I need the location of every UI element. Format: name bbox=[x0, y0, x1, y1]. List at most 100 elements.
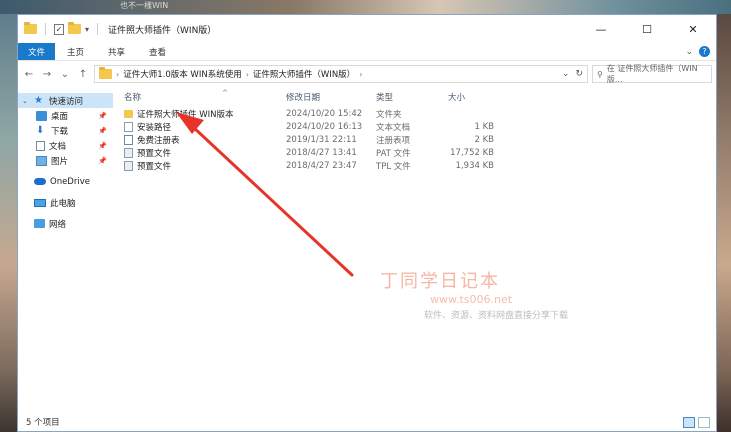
picture-icon bbox=[36, 155, 47, 166]
breadcrumb-item[interactable]: 证件大师1.0版本 WIN系统使用 bbox=[123, 68, 242, 80]
file-size: 17,752 KB bbox=[450, 147, 494, 158]
properties-icon[interactable]: ✓ bbox=[54, 23, 64, 35]
table-row[interactable]: 预置文件 2018/4/27 13:41 PAT 文件 17,752 KB bbox=[114, 146, 716, 159]
file-list: ^ 名称 修改日期 类型 大小 证件照大师插件 WIN版本 2024/10/20… bbox=[114, 87, 716, 399]
sidebar-item-label: 桌面 bbox=[51, 111, 69, 122]
expand-ribbon-icon[interactable]: ⌄ bbox=[685, 47, 693, 57]
table-row[interactable]: 预置文件 2018/4/27 23:47 TPL 文件 1,934 KB bbox=[114, 159, 716, 172]
table-row[interactable]: 证件照大师插件 WIN版本 2024/10/20 15:42 文件夹 bbox=[114, 107, 716, 120]
up-button[interactable]: ↑ bbox=[76, 69, 90, 80]
search-input[interactable]: 在 证件照大师插件（WIN版... bbox=[607, 63, 711, 85]
registry-file-icon bbox=[124, 134, 133, 145]
watermark-subtitle: 软件、资源、资料网盘直接分享下载 bbox=[424, 311, 569, 321]
wallpaper-left bbox=[0, 14, 17, 432]
address-actions: ⌄ ↻ bbox=[562, 69, 587, 79]
sidebar-item-this-pc[interactable]: 此电脑 bbox=[18, 195, 113, 210]
help-icon[interactable]: ? bbox=[699, 46, 710, 57]
column-header-name[interactable]: 名称 bbox=[124, 91, 286, 103]
pin-icon: 📌 bbox=[98, 141, 107, 150]
divider bbox=[97, 23, 99, 35]
document-icon bbox=[36, 140, 45, 151]
table-row[interactable]: 安装路径 2024/10/20 16:13 文本文档 1 KB bbox=[114, 120, 716, 133]
quick-access-toolbar: ✓ ▾ bbox=[18, 22, 102, 35]
column-header-type[interactable]: 类型 bbox=[376, 91, 448, 103]
wallpaper-right bbox=[717, 14, 731, 432]
ribbon-right: ⌄ ? bbox=[685, 43, 716, 60]
sidebar-item-onedrive[interactable]: OneDrive bbox=[18, 174, 113, 189]
sidebar-item-quick-access[interactable]: ⌄ ★ 快速访问 bbox=[18, 93, 113, 108]
file-date: 2024/10/20 16:13 bbox=[286, 121, 363, 132]
file-type: 文件夹 bbox=[376, 109, 402, 120]
folder-icon bbox=[24, 22, 37, 34]
refresh-icon[interactable]: ↻ bbox=[575, 69, 583, 79]
watermark: 丁同学日记本 www.ts006.net 软件、资源、资料网盘直接分享下载 bbox=[380, 267, 568, 321]
tab-home[interactable]: 主页 bbox=[55, 43, 96, 60]
recent-locations-button[interactable]: ⌄ bbox=[58, 69, 72, 80]
address-dropdown-icon[interactable]: ⌄ bbox=[562, 69, 570, 79]
tab-view[interactable]: 查看 bbox=[137, 43, 178, 60]
folder-icon bbox=[124, 109, 133, 118]
table-row[interactable]: 免费注册表 2019/1/31 22:11 注册表项 2 KB bbox=[114, 133, 716, 146]
details-view-icon[interactable] bbox=[683, 416, 695, 428]
status-bar: 5 个项目 bbox=[18, 413, 716, 431]
sidebar-item-network[interactable]: 网络 bbox=[18, 216, 113, 231]
folder-icon bbox=[99, 67, 112, 79]
wallpaper-top: 也不一樣WIN bbox=[0, 0, 731, 14]
network-icon bbox=[34, 219, 45, 228]
file-name: 安装路径 bbox=[137, 122, 172, 133]
watermark-title: 丁同学日记本 bbox=[380, 271, 500, 292]
column-headers: 名称 修改日期 类型 大小 bbox=[114, 87, 716, 107]
sidebar-item-pictures[interactable]: 图片 📌 bbox=[18, 153, 113, 168]
address-bar[interactable]: › 证件大师1.0版本 WIN系统使用 › 证件照大师插件（WIN版） › ⌄ … bbox=[94, 65, 588, 83]
column-header-size[interactable]: 大小 bbox=[448, 91, 494, 103]
close-button[interactable]: ✕ bbox=[670, 15, 716, 43]
file-name: 预置文件 bbox=[137, 148, 172, 159]
navigation-pane: ⌄ ★ 快速访问 桌面 📌 ⬇ 下载 📌 文档 📌 图片 📌 OneDrive … bbox=[18, 87, 114, 399]
minimize-button[interactable]: — bbox=[578, 15, 624, 43]
explorer-window: ✓ ▾ 证件照大师插件（WIN版） — ☐ ✕ 文件 主页 共享 查看 ⌄ ? … bbox=[17, 14, 717, 432]
file-date: 2024/10/20 15:42 bbox=[286, 108, 363, 119]
pin-icon: 📌 bbox=[98, 111, 107, 120]
file-name: 免费注册表 bbox=[137, 135, 180, 146]
sidebar-item-label: 快速访问 bbox=[49, 96, 84, 107]
breadcrumb-item[interactable]: 证件照大师插件（WIN版） bbox=[253, 68, 355, 80]
watermark-url: www.ts006.net bbox=[430, 293, 513, 306]
navigation-bar: ← → ⌄ ↑ › 证件大师1.0版本 WIN系统使用 › 证件照大师插件（WI… bbox=[18, 61, 716, 87]
sidebar-item-label: 下载 bbox=[51, 126, 69, 137]
column-header-date[interactable]: 修改日期 bbox=[286, 91, 376, 103]
back-button[interactable]: ← bbox=[22, 69, 36, 80]
sidebar-item-label: 此电脑 bbox=[50, 198, 76, 209]
sidebar-item-label: 网络 bbox=[49, 219, 67, 230]
file-date: 2018/4/27 13:41 bbox=[286, 147, 357, 158]
search-box[interactable]: ⚲ 在 证件照大师插件（WIN版... bbox=[592, 63, 712, 85]
sidebar-item-documents[interactable]: 文档 📌 bbox=[18, 138, 113, 153]
expand-icon[interactable]: ⌄ bbox=[22, 97, 30, 105]
title-bar: ✓ ▾ 证件照大师插件（WIN版） — ☐ ✕ bbox=[18, 15, 716, 43]
pin-icon: 📌 bbox=[98, 126, 107, 135]
pat-file-icon bbox=[124, 147, 133, 158]
desktop-icon bbox=[36, 110, 47, 121]
breadcrumb-separator: › bbox=[116, 69, 120, 79]
large-icons-view-icon[interactable] bbox=[698, 416, 710, 428]
file-date: 2019/1/31 22:11 bbox=[286, 134, 357, 145]
tab-file[interactable]: 文件 bbox=[18, 43, 56, 60]
text-file-icon bbox=[124, 121, 133, 132]
file-date: 2018/4/27 23:47 bbox=[286, 160, 357, 171]
maximize-button[interactable]: ☐ bbox=[624, 15, 670, 43]
sidebar-item-label: 图片 bbox=[51, 156, 69, 167]
new-folder-icon[interactable] bbox=[68, 22, 81, 34]
file-name: 预置文件 bbox=[137, 161, 172, 172]
main-area: ⌄ ★ 快速访问 桌面 📌 ⬇ 下载 📌 文档 📌 图片 📌 OneDrive … bbox=[18, 87, 716, 399]
sort-ascending-icon: ^ bbox=[222, 89, 228, 97]
sidebar-item-downloads[interactable]: ⬇ 下载 📌 bbox=[18, 123, 113, 138]
tab-share[interactable]: 共享 bbox=[96, 43, 137, 60]
forward-button[interactable]: → bbox=[40, 69, 54, 80]
file-type: 文本文档 bbox=[376, 122, 411, 133]
star-icon: ★ bbox=[34, 94, 43, 106]
computer-icon bbox=[34, 198, 46, 207]
window-controls: — ☐ ✕ bbox=[578, 15, 716, 43]
customize-toolbar-icon[interactable]: ▾ bbox=[85, 25, 89, 34]
file-type: PAT 文件 bbox=[376, 148, 411, 159]
sidebar-item-desktop[interactable]: 桌面 📌 bbox=[18, 108, 113, 123]
sidebar-item-label: OneDrive bbox=[50, 176, 90, 187]
